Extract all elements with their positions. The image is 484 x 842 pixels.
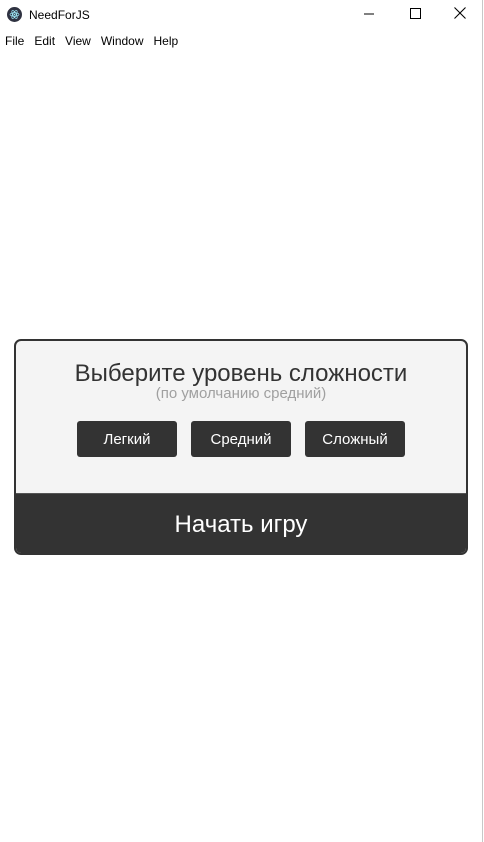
- menu-file[interactable]: File: [0, 31, 29, 51]
- title-bar[interactable]: NeedForJS: [0, 0, 482, 30]
- dialog-title: Выберите уровень сложности: [74, 360, 408, 387]
- medium-level-button[interactable]: Средний: [191, 421, 291, 457]
- menu-view[interactable]: View: [60, 31, 96, 51]
- close-icon: [454, 6, 466, 24]
- menu-bar: File Edit View Window Help: [0, 31, 183, 51]
- menu-edit[interactable]: Edit: [29, 31, 60, 51]
- easy-level-button[interactable]: Легкий: [77, 421, 177, 457]
- maximize-button[interactable]: [392, 0, 438, 30]
- minimize-icon: [364, 6, 374, 24]
- menu-help[interactable]: Help: [149, 31, 184, 51]
- close-button[interactable]: [437, 0, 483, 30]
- dialog-subtitle: (по умолчанию средний): [155, 385, 327, 402]
- menu-window[interactable]: Window: [96, 31, 149, 51]
- minimize-button[interactable]: [346, 0, 392, 30]
- window-title: NeedForJS: [29, 8, 90, 22]
- start-game-button[interactable]: Начать игру: [16, 493, 466, 553]
- hard-level-button[interactable]: Сложный: [305, 421, 405, 457]
- maximize-icon: [409, 6, 421, 24]
- electron-atom-icon: [7, 7, 22, 22]
- difficulty-dialog: Выберите уровень сложности (по умолчанию…: [14, 339, 468, 555]
- app-window: NeedForJS File Edit View Window Help Выб…: [0, 0, 483, 842]
